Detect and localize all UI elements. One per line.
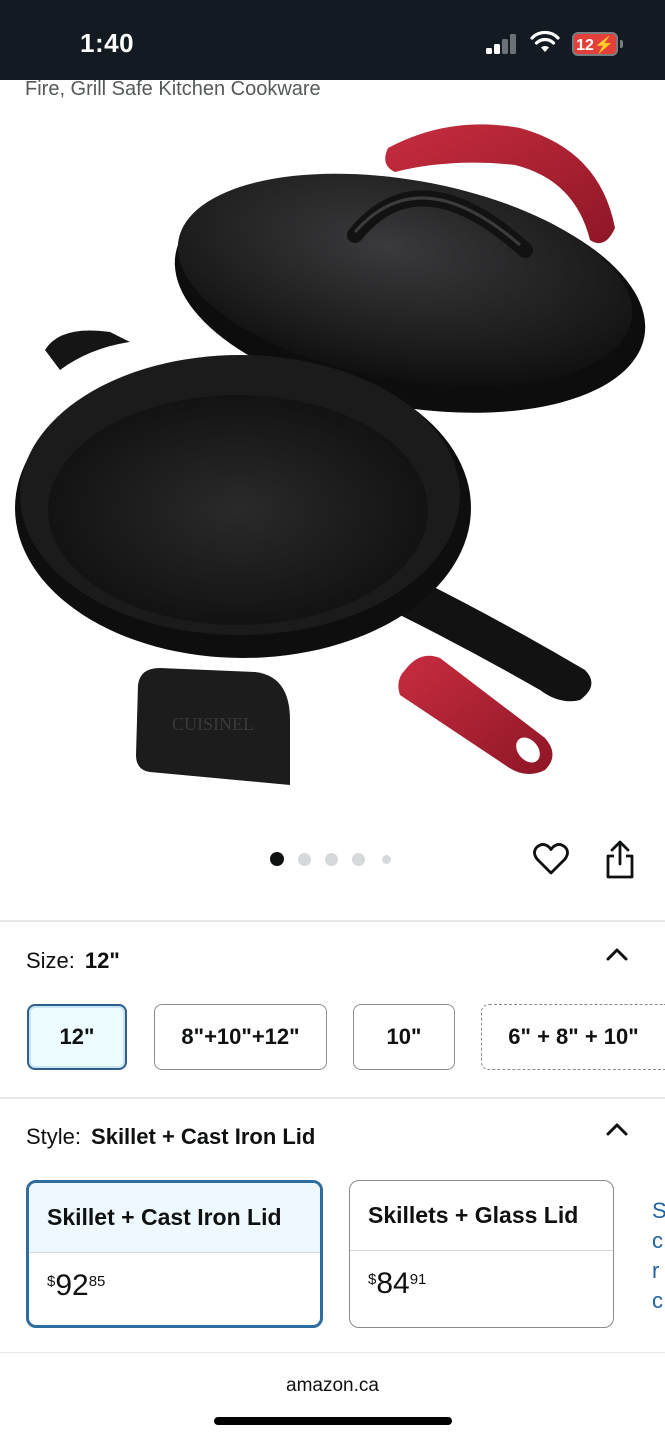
style-option-price: $84 91 <box>350 1251 613 1301</box>
carousel-dot[interactable] <box>352 853 365 866</box>
style-option-price: $92 85 <box>29 1253 320 1303</box>
style-label-row: Style: Skillet + Cast Iron Lid <box>26 1124 315 1150</box>
style-option-skillet-cast-iron-lid[interactable]: Skillet + Cast Iron Lid $92 85 <box>26 1180 323 1328</box>
size-label: Size: <box>26 948 75 973</box>
peek-letter: r <box>652 1258 660 1283</box>
browser-footer: amazon.ca <box>0 1352 665 1440</box>
divider <box>0 1097 665 1099</box>
carousel-dot[interactable] <box>298 853 311 866</box>
wifi-icon <box>530 30 560 52</box>
style-option-name: Skillets + Glass Lid <box>350 1181 613 1251</box>
share-icon[interactable] <box>602 840 638 880</box>
battery-level: 12 <box>576 37 594 54</box>
product-image[interactable]: CUISINEL <box>0 110 665 810</box>
size-option-8-10-12[interactable]: 8"+10"+12" <box>154 1004 327 1070</box>
size-option-6-8-10[interactable]: 6" + 8" + 10" <box>481 1004 665 1070</box>
price-whole: 84 <box>376 1267 410 1300</box>
status-time: 1:40 <box>80 28 135 58</box>
product-title[interactable]: Fire, Grill Safe Kitchen Cookware <box>25 78 321 101</box>
battery-tip <box>620 40 623 48</box>
home-indicator[interactable] <box>214 1417 452 1425</box>
style-option-name: Skillet + Cast Iron Lid <box>29 1183 320 1253</box>
battery-icon: 12⚡ <box>572 32 618 56</box>
size-collapse-chevron-up-icon[interactable] <box>605 946 629 962</box>
divider <box>0 920 665 922</box>
heart-icon[interactable] <box>532 840 570 878</box>
pan-scraper: CUISINEL <box>136 668 290 785</box>
price-fraction: 91 <box>409 1271 427 1288</box>
peek-letter: c <box>652 1288 663 1313</box>
scraper-logo: CUISINEL <box>172 714 254 734</box>
size-option-10[interactable]: 10" <box>353 1004 455 1070</box>
carousel-dot[interactable] <box>382 855 391 864</box>
site-domain[interactable]: amazon.ca <box>0 1375 665 1397</box>
peek-letter: c <box>652 1228 663 1253</box>
style-collapse-chevron-up-icon[interactable] <box>605 1121 629 1137</box>
price-currency: $ <box>47 1273 56 1290</box>
cellular-signal-icon <box>486 34 520 54</box>
style-selected-value: Skillet + Cast Iron Lid <box>91 1124 316 1149</box>
price-fraction: 85 <box>88 1273 106 1290</box>
size-selected-value: 12" <box>84 948 120 973</box>
next-style-option-peek[interactable]: S c r c <box>652 1196 665 1316</box>
price-whole: 92 <box>55 1269 89 1302</box>
carousel-dot[interactable] <box>270 852 284 866</box>
status-bar: 1:40 12⚡ <box>0 0 665 80</box>
peek-letter: S <box>652 1198 665 1223</box>
price-currency: $ <box>368 1271 377 1288</box>
size-label-row: Size: 12" <box>26 948 120 974</box>
carousel-dot[interactable] <box>325 853 338 866</box>
size-option-12[interactable]: 12" <box>27 1004 127 1070</box>
style-option-skillets-glass-lid[interactable]: Skillets + Glass Lid $84 91 <box>349 1180 614 1328</box>
style-label: Style: <box>26 1124 82 1149</box>
